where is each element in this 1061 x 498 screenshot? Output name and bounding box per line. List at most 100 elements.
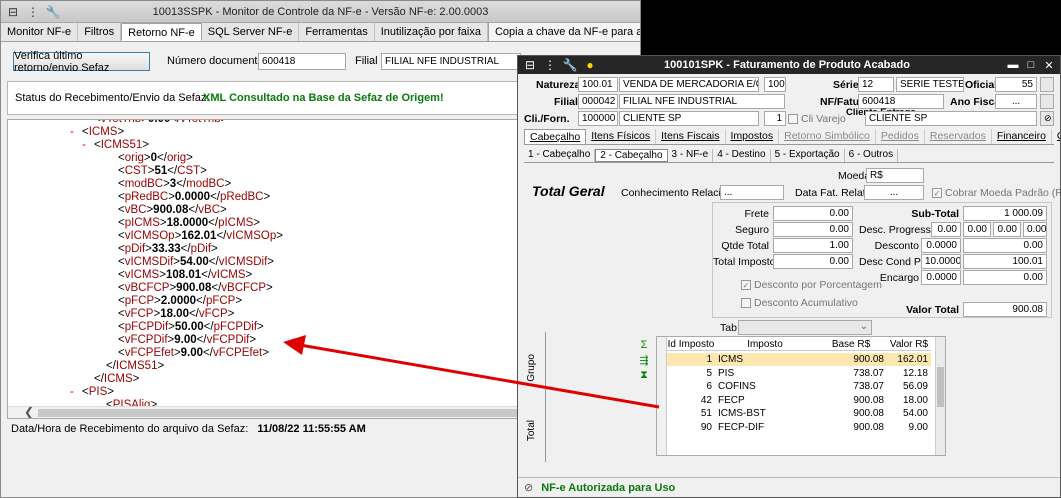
desconto-pct[interactable]: 0.0000	[921, 238, 961, 253]
window-menu-icon[interactable]: ⊟	[522, 57, 538, 73]
minimize-icon[interactable]: ▬	[1006, 59, 1020, 71]
traffic-light-icon[interactable]: ⋮	[542, 57, 558, 73]
scroll-left-icon[interactable]: ❮	[24, 405, 34, 418]
wrench-icon[interactable]: 🔧	[45, 4, 61, 20]
desconto-porcentagem-checkbox[interactable]: ✓ Desconto por Porcentagem	[741, 279, 882, 291]
seguro-value[interactable]: 0.00	[773, 222, 853, 237]
desconto-porcentagem-box[interactable]: ✓	[741, 280, 751, 290]
desc-progressivo-3[interactable]: 0.00	[993, 222, 1021, 237]
table-row[interactable]: 90 FECP-DIF 900.08 9.00	[667, 421, 931, 434]
export-icon[interactable]: ⇶	[636, 354, 652, 369]
tab-sql-server-nfe[interactable]: SQL Server NF-e	[202, 23, 300, 41]
desc-progressivo-2[interactable]: 0.00	[963, 222, 991, 237]
table-row[interactable]: 51 ICMS-BST 900.08 54.00	[667, 407, 931, 420]
subtab-4[interactable]: 4 - Destino	[713, 149, 771, 162]
tab-7[interactable]: Financeiro	[992, 129, 1052, 144]
cobrar-moeda-checkbox[interactable]: ✓ Cobrar Moeda Padrão (R$)	[932, 187, 1060, 199]
encargo-pct[interactable]: 0.0000	[921, 270, 961, 285]
cli-varejo-checkbox[interactable]: Cli Varejo	[788, 113, 846, 125]
grid-scroll-thumb[interactable]	[937, 367, 944, 407]
table-row[interactable]: 6 COFINS 738.07 56.09	[667, 380, 931, 393]
desc-cond-value[interactable]: 100.01	[963, 254, 1047, 269]
filial-field[interactable]: FILIAL NFE INDUSTRIAL	[381, 53, 521, 70]
filial-code[interactable]: 000042	[578, 94, 618, 109]
encargo-value[interactable]: 0.00	[963, 270, 1047, 285]
xml-collapse-marker[interactable]: -	[70, 386, 82, 398]
tab-1[interactable]: Itens Físicos	[586, 129, 657, 144]
tab-8[interactable]: Observações	[1052, 129, 1060, 144]
tab-monitor-nfe[interactable]: Monitor NF-e	[1, 23, 79, 41]
copy-key-button[interactable]: Copia a chave da NF-e para a área de tra	[487, 23, 640, 41]
subtab-5[interactable]: 5 - Exportação	[771, 149, 845, 162]
col-imposto[interactable]: Imposto	[715, 337, 815, 350]
tab-ferramentas[interactable]: Ferramentas	[299, 23, 375, 41]
col-valor[interactable]: Valor R$	[887, 337, 931, 350]
table-row[interactable]: 1 ICMS 900.08 162.01	[667, 353, 931, 366]
sum-icon[interactable]: Σ	[636, 339, 652, 354]
cli-forn-code[interactable]: 100000	[578, 111, 618, 126]
tab-6[interactable]: Reservados	[925, 129, 992, 144]
desconto-acumulativo-box[interactable]	[741, 298, 751, 308]
cobrar-moeda-box[interactable]: ✓	[932, 188, 942, 198]
total-impostos-value[interactable]: 0.00	[773, 254, 853, 269]
ano-fiscal-icon[interactable]	[1040, 94, 1054, 109]
numero-documento-field[interactable]: 600418	[258, 53, 346, 70]
tab-select[interactable]: ⌄	[738, 320, 872, 335]
subtab-6[interactable]: 6 - Outros	[845, 149, 899, 162]
xml-value: 900.08	[153, 204, 189, 216]
impostos-grid[interactable]: Id Imposto Imposto Base R$ Valor R$ 1 ICM…	[656, 336, 946, 456]
xml-collapse-marker[interactable]: -	[70, 126, 82, 138]
ano-fiscal-button[interactable]: ...	[995, 94, 1037, 109]
grid-vertical-scrollbar[interactable]	[935, 337, 945, 455]
attachment-icon[interactable]: ⊘	[1040, 111, 1054, 126]
col-id-imposto[interactable]: Id Imposto	[667, 337, 715, 350]
desconto-acumulativo-checkbox[interactable]: Desconto Acumulativo	[741, 297, 858, 309]
xml-close-tag: vICMS	[211, 269, 246, 281]
cliente-entrega-value[interactable]: CLIENTE SP	[865, 111, 1037, 126]
side-tab-total[interactable]: Total	[526, 420, 537, 441]
subtab-1[interactable]: 1 - Cabeçalho	[524, 149, 596, 162]
serie-code[interactable]: 12	[858, 77, 894, 92]
natureza-num[interactable]: 100	[764, 77, 786, 92]
tab-0[interactable]: Cabeçalho	[524, 129, 587, 144]
cli-varejo-box[interactable]	[788, 114, 798, 124]
scroll-thumb[interactable]	[38, 409, 568, 417]
desc-cond-pct[interactable]: 10.0000	[921, 254, 961, 269]
cli-forn-num[interactable]: 1	[764, 111, 786, 126]
serie-desc: SERIE TESTE 01.1	[896, 77, 964, 92]
tab-filtros[interactable]: Filtros	[78, 23, 122, 41]
tab-3[interactable]: Impostos	[726, 129, 780, 144]
side-tab-grupo[interactable]: Grupo	[526, 354, 537, 382]
oficial-value[interactable]: 55	[995, 77, 1037, 92]
verify-last-return-button[interactable]: Verifica último retorno/envio Sefaz	[13, 50, 150, 74]
subtab-2[interactable]: 2 - Cabeçalho	[595, 149, 668, 162]
oficial-button[interactable]	[1040, 77, 1054, 92]
tab-4[interactable]: Retorno Simbólico	[779, 129, 876, 144]
col-base[interactable]: Base R$	[815, 337, 887, 350]
filter-icon[interactable]: ⧗	[636, 369, 652, 384]
tab-2[interactable]: Itens Fiscais	[656, 129, 726, 144]
conhecimento-value[interactable]: ...	[720, 185, 784, 200]
tab-5[interactable]: Pedidos	[876, 129, 925, 144]
data-fat-value[interactable]: ...	[864, 185, 924, 200]
desconto-label: Desconto	[874, 240, 919, 252]
desc-progressivo-1[interactable]: 0.00	[931, 222, 961, 237]
table-row[interactable]: 5 PIS 738.07 12.18	[667, 367, 931, 380]
maximize-icon[interactable]: □	[1024, 59, 1038, 71]
table-row[interactable]: 42 FECP 900.08 18.00	[667, 394, 931, 407]
tab-inutilizacao[interactable]: Inutilização por faixa	[375, 23, 488, 41]
window-menu-icon[interactable]: ⊟	[5, 4, 21, 20]
traffic-light-icon[interactable]: ⋮	[25, 4, 41, 20]
subtab-3[interactable]: 3 - NF-e	[668, 149, 714, 162]
frete-value[interactable]: 0.00	[773, 206, 853, 221]
desc-progressivo-4[interactable]: 0.00	[1023, 222, 1047, 237]
natureza-code[interactable]: 100.01	[578, 77, 618, 92]
desconto-value[interactable]: 0.00	[963, 238, 1047, 253]
moeda-value[interactable]: R$	[866, 168, 924, 183]
tab-retorno-nfe[interactable]: Retorno NF-e	[121, 23, 202, 41]
wrench-icon[interactable]: 🔧	[562, 57, 578, 73]
close-icon[interactable]: ✕	[1042, 59, 1056, 72]
qtde-total-value[interactable]: 1.00	[773, 238, 853, 253]
lightbulb-icon[interactable]: ●	[582, 57, 598, 73]
xml-collapse-marker[interactable]: -	[82, 139, 94, 151]
